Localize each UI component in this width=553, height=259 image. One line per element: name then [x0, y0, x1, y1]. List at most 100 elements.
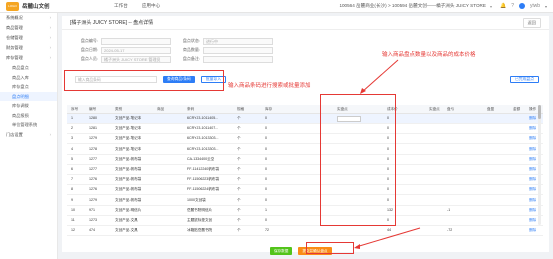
delete-link[interactable]: 删除: [529, 206, 536, 215]
cell-spec: 个: [237, 177, 241, 182]
sidebar-item-0[interactable]: 系统概况 ›: [0, 13, 57, 23]
sidebar-item-10[interactable]: 商品报损: [0, 111, 57, 121]
remark-field[interactable]: [203, 56, 273, 63]
sidebar: 系统概况 › 商品管理 › 仓储管理 › 财务管理 › 库存管理 › 商品盘点 商品入库 库存盘点 盘点明…: [0, 13, 58, 259]
sidebar-item-11[interactable]: 单位管理系统: [0, 120, 57, 130]
sidebar-item-9[interactable]: 库存调拨: [0, 101, 57, 111]
user-name[interactable]: yiwb: [530, 3, 540, 9]
search-button[interactable]: 查询商品/条码: [163, 75, 195, 83]
page-title: [橘子洲头 JUICY STORE] -- 盘点详情: [70, 20, 154, 26]
delete-link[interactable]: 删除: [529, 185, 536, 194]
table-row[interactable]: 1 1280 文创产品-笔记本 6CRYJ3-1011405... 个 0 0 删除: [67, 114, 543, 124]
sidebar-item-8[interactable]: 盘点明细: [0, 91, 57, 101]
top-icons: 🔔 ? yiwb ▾: [500, 3, 547, 9]
delete-link[interactable]: 删除: [529, 196, 536, 205]
store-selector[interactable]: 100564 岳麓商业(长沙) > 100594 岳麓文创——橘子洲头 JUIC…: [339, 3, 492, 9]
cell-cat: 文创产品-笔记本: [115, 146, 142, 151]
sidebar-item-4[interactable]: 库存管理 ›: [0, 53, 57, 63]
scroll-thumb[interactable]: [538, 105, 541, 119]
save-button[interactable]: 保存数据: [270, 247, 293, 255]
person-field[interactable]: 橘子洲头 JUICY STORE 管理员: [101, 56, 171, 63]
delete-link[interactable]: 删除: [529, 226, 536, 235]
sidebar-item-label: 财务管理: [6, 45, 23, 50]
table-row[interactable]: 6 1277 文创产品-帆布袋 FF-11412240帆布袋 个 0 0 删除: [67, 165, 543, 175]
sidebar-item-1[interactable]: 商品管理 ›: [0, 23, 57, 33]
nav-app-center[interactable]: 应用中心: [142, 3, 160, 9]
cell-stock: 1: [265, 207, 267, 212]
count-cell: [337, 114, 361, 123]
nav-workbench[interactable]: 工作台: [114, 3, 128, 9]
sidebar-item-6[interactable]: 商品入库: [0, 73, 57, 83]
finished-button[interactable]: 已完成盘点: [510, 75, 539, 83]
sidebar-item-5[interactable]: 商品盘点: [0, 63, 57, 73]
delete-link[interactable]: 删除: [529, 216, 536, 225]
sidebar-item-12[interactable]: 门店设置 ›: [0, 130, 57, 140]
cell-cost: 0: [387, 187, 389, 192]
cell-spec: 个: [237, 116, 241, 120]
page-header: [橘子洲头 JUICY STORE] -- 盘点详情 返回: [62, 16, 549, 30]
cell-cost: 0: [387, 177, 389, 182]
chevron-right-icon: ›: [49, 35, 51, 40]
avatar[interactable]: [518, 3, 525, 9]
column-header: 序号: [71, 107, 79, 111]
help-icon[interactable]: ?: [511, 3, 514, 9]
logo[interactable]: LOGO 岳麓山文创: [6, 1, 76, 11]
table-row[interactable]: 10 971 文创产品-明信片 岳麓书院明信片 个 1 132 -1 删除: [67, 206, 543, 216]
cell-no: 11: [71, 218, 75, 222]
cell-no: 1: [71, 116, 73, 120]
table-row[interactable]: 2 1281 文创产品-笔记本 6CRYJ3-1011407... 个 0 0 删除: [67, 124, 543, 135]
status-field[interactable]: 进行中: [203, 38, 273, 45]
sidebar-item-label: 门店设置: [6, 131, 23, 137]
table-scrollbar[interactable]: [538, 105, 541, 225]
form-row-person: 盘点人员: 橘子洲头 JUICY STORE 管理员: [80, 56, 171, 63]
cell-cat: 文创产品-帆布袋: [115, 187, 142, 192]
top-nav: 工作台 应用中心: [114, 3, 160, 9]
code-field[interactable]: [101, 38, 171, 45]
delete-link[interactable]: 删除: [529, 145, 536, 154]
column-header: 编号: [89, 107, 97, 111]
form-row-count: 商品数量:: [182, 47, 273, 54]
table-row[interactable]: 7 1276 文创产品-帆布袋 FF-11506223帆布袋 个 0 0 删除: [67, 175, 543, 186]
sidebar-item-3[interactable]: 财务管理 ›: [0, 43, 57, 53]
barcode-search-input[interactable]: 输入商品条码: [75, 75, 157, 83]
table-row[interactable]: 9 1279 文创产品-帆布袋 1000文创袋 个 0 0 删除: [67, 196, 543, 206]
table-row[interactable]: 8 1276 文创产品-帆布袋 FF-11506224帆布袋 个 0 0 删除: [67, 185, 543, 196]
table-header: 序号 编号 类别 商品 条码 规格 库存 实盘点 成本价 实盘点 盘亏 盘盈 金额 操作: [67, 105, 543, 114]
count-label: 商品数量:: [182, 47, 200, 53]
table-row[interactable]: 12 474 文创产品-文具 冰箱贴岳麓书院 个 72 44 -72 删除: [67, 226, 543, 237]
delete-link[interactable]: 删除: [529, 114, 536, 123]
cell-cost: 0: [387, 116, 389, 120]
sidebar-item-label: 商品入库: [12, 74, 29, 80]
cell-cost: 132: [387, 207, 393, 212]
cell-no: 10: [71, 207, 75, 212]
table-row[interactable]: 5 1277 文创产品-帆布袋 CA-1334400云空 个 0 0 删除: [67, 155, 543, 165]
cell-cat: 文创产品-帆布袋: [115, 167, 142, 171]
form-row-date: 盘点日期: 2024-05-17: [80, 47, 171, 54]
import-button[interactable]: 批量导入: [200, 75, 227, 83]
table-row[interactable]: 11 1273 文创产品-文具 主题鼠标垫文创 个 0 0 删除: [67, 216, 543, 226]
bell-icon[interactable]: 🔔: [500, 3, 506, 9]
cell-cost: 0: [387, 167, 389, 171]
table-row[interactable]: 3 1279 文创产品-笔记本 6CRYJ3-1013303... 个 0 0 删除: [67, 134, 543, 145]
delete-link[interactable]: 删除: [529, 124, 536, 133]
sidebar-item-7[interactable]: 库存盘点: [0, 82, 57, 92]
back-button[interactable]: 返回: [522, 17, 541, 28]
cell-cost: 0: [387, 218, 389, 222]
submit-button[interactable]: 提交并确认盘点: [298, 247, 332, 255]
count-field[interactable]: [203, 47, 273, 54]
delete-link[interactable]: 删除: [529, 134, 536, 143]
sidebar-item-2[interactable]: 仓储管理 ›: [0, 33, 57, 43]
cell-spec: 个: [237, 228, 241, 233]
delete-link[interactable]: 删除: [529, 165, 536, 174]
cell-stock: 0: [265, 116, 267, 120]
date-field[interactable]: 2024-05-17: [101, 47, 171, 54]
status-label: 盘点状态:: [182, 38, 200, 44]
table-row[interactable]: 4 1278 文创产品-笔记本 6CRYJ3-1013303... 个 0 0 删除: [67, 145, 543, 155]
delete-link[interactable]: 删除: [529, 155, 536, 164]
quantity-input[interactable]: [337, 115, 361, 122]
cell-stock: 0: [265, 126, 267, 131]
sidebar-item-label: 库存调拨: [12, 103, 29, 108]
cell-stock: 0: [265, 146, 267, 151]
cell-spec: 个: [237, 167, 241, 171]
delete-link[interactable]: 删除: [529, 175, 536, 184]
